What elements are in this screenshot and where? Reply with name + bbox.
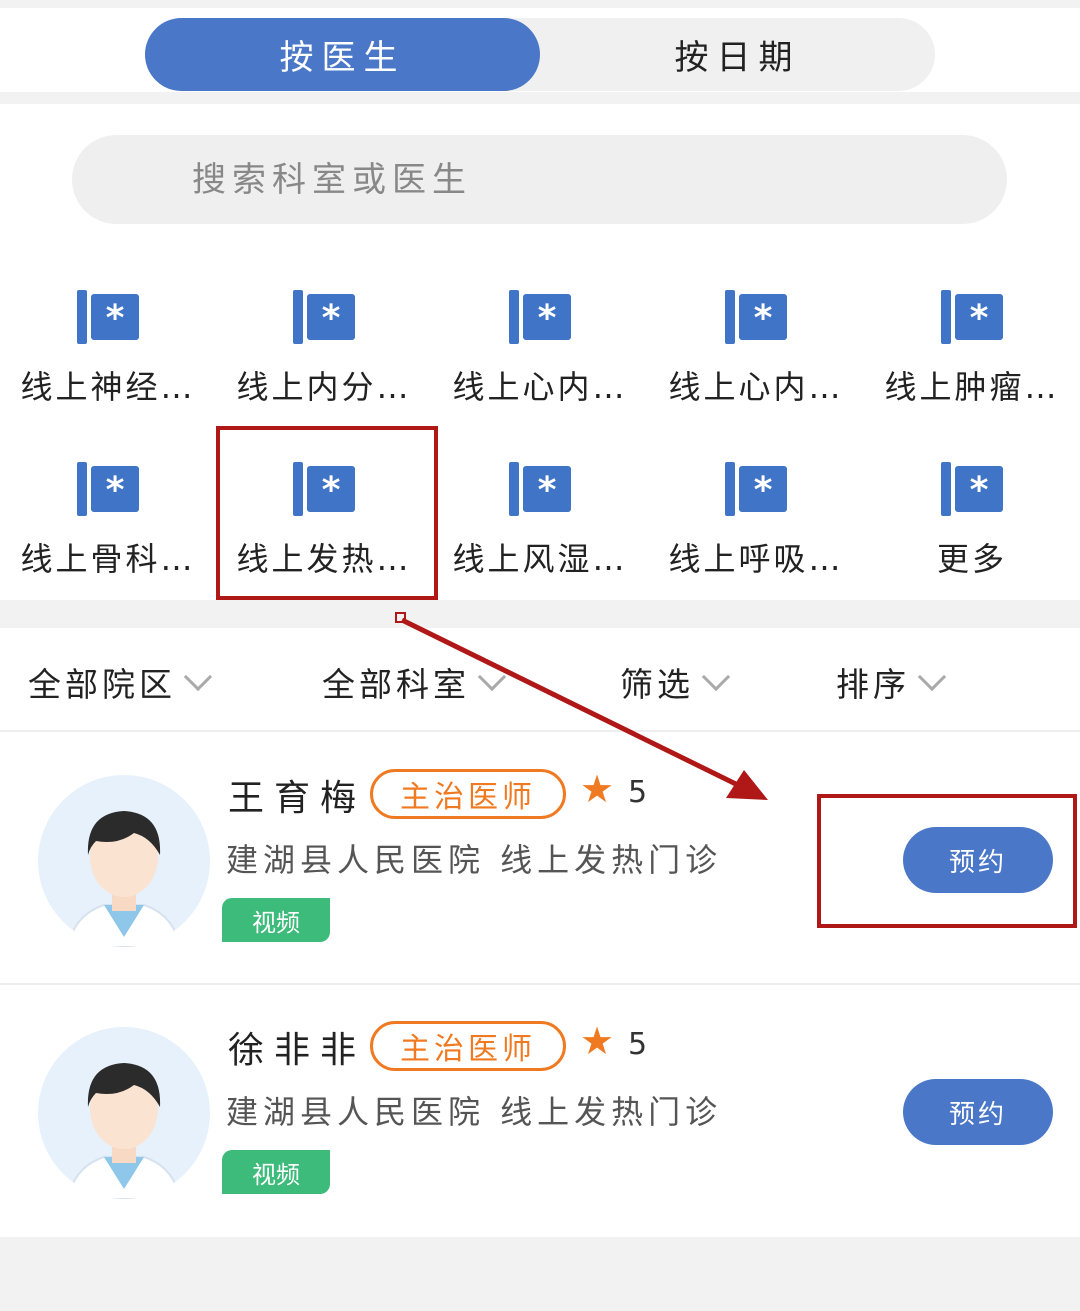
filter-sort[interactable]: 排序 [836,658,947,706]
chevron-down-icon [183,662,213,692]
filter-sort-label: 排序 [836,665,910,704]
hospital-flag-icon: * [77,290,139,344]
dept-item[interactable]: * 线上内分… [216,270,432,430]
filter-screen[interactable]: 筛选 [620,658,731,706]
section-divider [0,600,1080,628]
dept-item[interactable]: * 线上心内… [648,270,864,430]
doctor-hospital: 建湖县人民医院 线上发热门诊 [226,1093,723,1131]
dept-label: 线上肿瘤… [884,368,1060,406]
filter-screen-label: 筛选 [620,665,694,704]
tab-divider [0,92,1080,104]
doctor-hospital: 建湖县人民医院 线上发热门诊 [226,841,723,879]
doctor-avatar [38,1027,210,1199]
filter-department[interactable]: 全部科室 [322,658,507,706]
doctor-name: 王育梅 [228,778,367,819]
doctor-rating: 5 [628,1027,648,1062]
bottom-spacer [0,1237,1080,1311]
doctor-title-badge: 主治医师 [370,1021,566,1071]
hospital-flag-icon: * [941,462,1003,516]
hospital-flag-icon: * [509,290,571,344]
chevron-down-icon [701,662,731,692]
hospital-flag-icon: * [509,462,571,516]
dept-label: 线上心内… [668,368,844,406]
chevron-down-icon [917,662,947,692]
doctor-rating: 5 [628,775,648,810]
dept-item[interactable]: * 线上骨科… [0,442,216,602]
video-tag: 视频 [222,1150,330,1194]
tab-by-date[interactable]: 按日期 [540,18,935,91]
hospital-flag-icon: * [725,462,787,516]
dept-label: 线上风湿… [452,540,628,578]
filter-campus-label: 全部院区 [28,665,176,704]
dept-label: 线上骨科… [20,540,196,578]
dept-label: 线上神经… [20,368,196,406]
dept-item[interactable]: * 线上神经… [0,270,216,430]
search-bar[interactable] [72,135,1007,224]
chevron-down-icon [477,662,507,692]
dept-label: 更多 [936,540,1007,578]
highlight-box-fever-dept [216,426,438,600]
star-icon: ★ [580,1019,615,1063]
filter-bar: 全部院区 全部科室 筛选 排序 [0,628,1080,732]
hospital-flag-icon: * [941,290,1003,344]
doctor-title-badge: 主治医师 [370,769,566,819]
doctor-avatar [38,775,210,947]
book-button[interactable]: 预约 [903,1079,1053,1145]
tab-by-doctor[interactable]: 按医生 [145,18,540,91]
search-input[interactable] [192,159,892,200]
dept-item-more[interactable]: * 更多 [864,442,1080,602]
highlight-box-book-button [817,794,1077,928]
hospital-flag-icon: * [77,462,139,516]
filter-department-label: 全部科室 [322,665,470,704]
top-divider [0,0,1080,8]
star-icon: ★ [580,767,615,811]
tab-bar: 按医生 按日期 [0,0,1080,104]
doctor-card[interactable]: 徐非非 主治医师 ★ 5 建湖县人民医院 线上发热门诊 视频 预约 [0,987,1080,1237]
hospital-flag-icon: * [293,290,355,344]
segmented-control: 按医生 按日期 [145,18,935,91]
filter-campus[interactable]: 全部院区 [28,658,213,706]
dept-label: 线上内分… [236,368,412,406]
dept-label: 线上心内… [452,368,628,406]
dept-item[interactable]: * 线上风湿… [432,442,648,602]
dept-item[interactable]: * 线上肿瘤… [864,270,1080,430]
dept-label: 线上呼吸… [668,540,844,578]
hospital-flag-icon: * [725,290,787,344]
dept-item[interactable]: * 线上呼吸… [648,442,864,602]
doctor-name: 徐非非 [228,1030,367,1071]
dept-item[interactable]: * 线上心内… [432,270,648,430]
video-tag: 视频 [222,898,330,942]
